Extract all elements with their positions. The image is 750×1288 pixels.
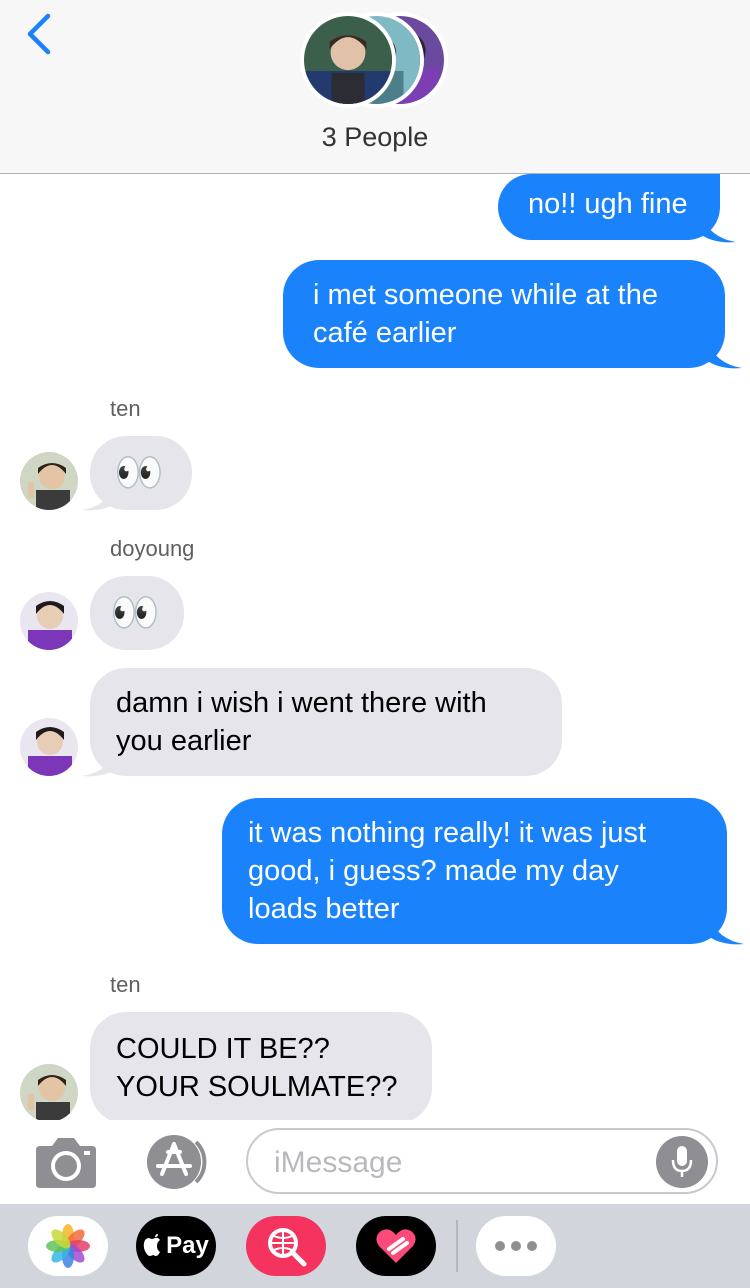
digital-touch-button[interactable] <box>356 1216 436 1276</box>
message-text: no!! ugh fine <box>528 188 688 220</box>
group-label[interactable]: 3 People <box>0 122 750 153</box>
photos-icon <box>46 1224 90 1268</box>
bubble-tail <box>708 916 744 945</box>
message-text: it was nothing really! it was just <box>248 817 647 849</box>
avatar-ten[interactable] <box>20 452 78 510</box>
conversation-header: 3 People <box>0 0 750 174</box>
sender-name: ten <box>110 972 141 997</box>
message-text: i met someone while at the <box>313 279 658 311</box>
bubble-tail <box>706 340 742 369</box>
group-avatars[interactable] <box>300 12 450 110</box>
microphone-button[interactable] <box>656 1136 708 1188</box>
bubble-tail <box>82 482 118 511</box>
message-text: loads better <box>248 893 400 925</box>
camera-icon <box>36 1138 96 1188</box>
photos-app-button[interactable] <box>28 1216 108 1276</box>
compose-bar: iMessage <box>0 1120 750 1204</box>
sender-name: ten <box>110 396 141 421</box>
sender-name: doyoung <box>110 536 195 561</box>
sent-message[interactable]: it was nothing really! it was just good,… <box>222 798 727 944</box>
message-text: good, i guess? made my day <box>248 855 619 887</box>
apple-pay-icon <box>143 1234 161 1256</box>
drawer-divider <box>456 1220 458 1272</box>
avatar-ten[interactable] <box>20 1064 78 1120</box>
avatar-doyoung[interactable] <box>20 718 78 776</box>
web-search-button[interactable] <box>246 1216 326 1276</box>
back-button[interactable] <box>14 10 64 58</box>
eyes-emoji: 👀 <box>110 590 164 636</box>
received-message[interactable]: 👀 <box>90 576 184 650</box>
more-apps-button[interactable] <box>476 1216 556 1276</box>
sent-message[interactable]: i met someone while at the café earlier <box>283 260 725 368</box>
received-message[interactable]: damn i wish i went there with you earlie… <box>90 668 562 776</box>
received-message[interactable]: COULD IT BE?? YOUR SOULMATE?? <box>90 1012 432 1120</box>
message-thread: no!! ugh fine i met someone while at the… <box>0 174 750 1120</box>
message-text: damn i wish i went there with <box>116 687 487 719</box>
microphone-icon <box>671 1146 693 1177</box>
camera-button[interactable] <box>32 1134 100 1190</box>
imessage-input[interactable]: iMessage <box>246 1128 718 1194</box>
chevron-left-icon <box>27 13 51 55</box>
message-text: you earlier <box>116 725 252 757</box>
digital-touch-icon <box>376 1229 416 1263</box>
web-search-icon <box>268 1228 307 1267</box>
bubble-tail <box>82 748 118 777</box>
message-text: COULD IT BE?? <box>116 1033 330 1065</box>
app-store-button[interactable] <box>138 1132 214 1192</box>
avatar-1 <box>300 12 396 108</box>
app-store-icon <box>147 1135 207 1189</box>
bubble-tail <box>700 214 736 243</box>
sent-message[interactable]: no!! ugh fine <box>498 174 720 240</box>
apple-pay-label: Pay <box>166 1232 209 1259</box>
more-apps-icon <box>495 1241 537 1251</box>
eyes-emoji: 👀 <box>114 450 168 496</box>
app-drawer: Pay <box>0 1204 750 1288</box>
input-placeholder: iMessage <box>274 1146 403 1179</box>
apple-pay-button[interactable]: Pay <box>136 1216 216 1276</box>
avatar-doyoung[interactable] <box>20 592 78 650</box>
message-text: café earlier <box>313 317 457 349</box>
message-text: YOUR SOULMATE?? <box>116 1071 398 1103</box>
